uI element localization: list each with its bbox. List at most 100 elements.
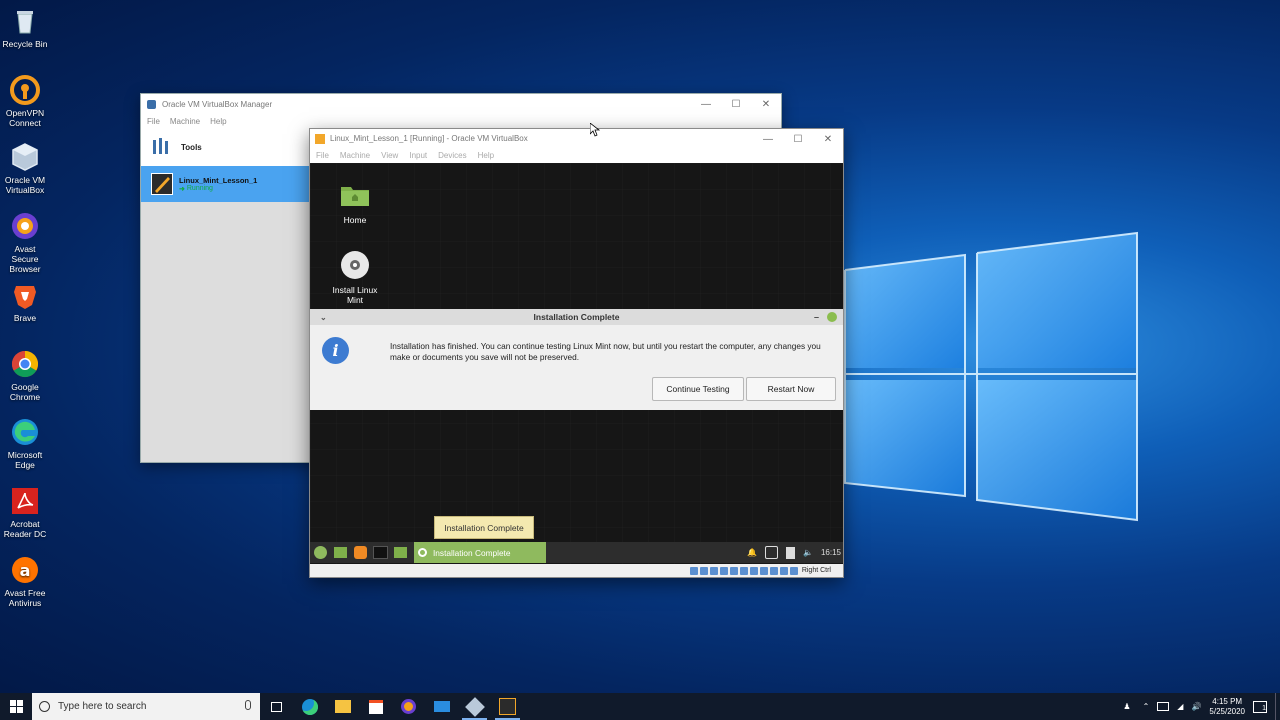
taskbar-edge[interactable] <box>293 693 326 720</box>
desktop-icon-recycle-bin[interactable]: Recycle Bin <box>0 6 50 49</box>
vm-list-item[interactable]: Linux_Mint_Lesson_1 ➜ Running <box>141 166 309 202</box>
maximize-button[interactable]: ☐ <box>783 129 813 149</box>
mint-menu-icon[interactable] <box>310 542 330 563</box>
desktop-icon-label: Avast Free Antivirus <box>4 588 46 608</box>
start-button[interactable] <box>0 693 32 720</box>
dialog-minimize-button[interactable]: – <box>814 312 819 322</box>
desktop-icon-edge[interactable]: Microsoft Edge <box>0 417 50 470</box>
desktop-icon-acrobat[interactable]: Acrobat Reader DC <box>0 486 50 539</box>
search-placeholder: Type here to search <box>58 701 147 712</box>
close-button[interactable]: ✕ <box>751 94 781 114</box>
microphone-icon[interactable] <box>245 700 251 710</box>
virtualbox-icon <box>10 142 40 172</box>
search-box[interactable]: Type here to search <box>32 693 260 720</box>
taskbar-vm-window[interactable] <box>491 693 524 720</box>
guest-panel: Installation Complete 🔔 🔈 16:15 <box>310 542 843 563</box>
restart-now-button[interactable]: Restart Now <box>746 377 836 401</box>
files-icon[interactable] <box>390 542 410 563</box>
menu-machine[interactable]: Machine <box>170 117 200 126</box>
cpu-icon[interactable] <box>769 566 778 575</box>
desktop-icon-chrome[interactable]: Google Chrome <box>0 349 50 402</box>
optical-drive-icon[interactable] <box>699 566 708 575</box>
task-view-button[interactable] <box>260 693 293 720</box>
menu-file[interactable]: File <box>316 151 329 160</box>
desktop-icon-label: Acrobat Reader DC <box>3 519 47 539</box>
windows-start-icon <box>9 700 23 713</box>
people-icon[interactable]: ♟ <box>1123 702 1130 711</box>
continue-testing-button[interactable]: Continue Testing <box>652 377 744 401</box>
edge-icon <box>10 417 40 447</box>
desktop-icon-label: Brave <box>13 313 37 323</box>
taskbar-file-explorer[interactable] <box>326 693 359 720</box>
disc-icon <box>339 249 371 281</box>
minimize-button[interactable]: — <box>753 129 783 149</box>
installation-complete-dialog[interactable]: ⌄ Installation Complete – i Installation… <box>310 309 843 410</box>
dialog-close-button[interactable] <box>827 312 837 322</box>
svg-text:a: a <box>20 561 31 580</box>
menu-devices[interactable]: Devices <box>438 151 466 160</box>
shared-folders-icon[interactable] <box>739 566 748 575</box>
wifi-icon[interactable]: ◢ <box>1177 702 1183 711</box>
menu-input[interactable]: Input <box>409 151 427 160</box>
menu-file[interactable]: File <box>147 117 160 126</box>
clipboard-icon[interactable] <box>786 546 795 559</box>
show-desktop-icon[interactable] <box>330 542 350 563</box>
network-icon[interactable] <box>765 546 778 559</box>
guest-icon-home[interactable]: Home <box>320 179 390 225</box>
mail-icon <box>433 701 450 712</box>
vm-window[interactable]: Linux_Mint_Lesson_1 [Running] - Oracle V… <box>309 128 844 578</box>
desktop-icon-openvpn[interactable]: OpenVPN Connect <box>0 75 50 128</box>
dialog-titlebar[interactable]: ⌄ Installation Complete – <box>310 309 843 325</box>
maximize-button[interactable]: ☐ <box>721 94 751 114</box>
network-tray-icon[interactable] <box>1157 702 1170 711</box>
desktop-icon-brave[interactable]: Brave <box>0 280 50 323</box>
minimize-button[interactable]: — <box>691 94 721 114</box>
audio-icon[interactable] <box>709 566 718 575</box>
taskbar-avast-browser[interactable] <box>392 693 425 720</box>
taskbar-mail[interactable] <box>425 693 458 720</box>
notification-bell-icon[interactable]: 🔔 <box>747 548 757 557</box>
taskbar-store[interactable] <box>359 693 392 720</box>
vm-guest-screen[interactable]: Home Install Linux Mint ⌄ Installation C… <box>310 163 843 570</box>
display-icon[interactable] <box>749 566 758 575</box>
guest-tray: 🔔 🔈 16:15 <box>747 542 841 563</box>
manager-titlebar[interactable]: Oracle VM VirtualBox Manager <box>141 94 781 114</box>
usb-icon[interactable] <box>729 566 738 575</box>
menu-view[interactable]: View <box>381 151 398 160</box>
desktop-icon-avast-browser[interactable]: Avast Secure Browser <box>0 211 50 274</box>
mouse-integration-icon[interactable] <box>779 566 788 575</box>
desktop-icon-virtualbox[interactable]: Oracle VM VirtualBox <box>0 142 50 195</box>
desktop-icon-label: Google Chrome <box>9 382 41 402</box>
taskbar-item-installation-complete[interactable]: Installation Complete <box>414 542 546 563</box>
menu-help[interactable]: Help <box>210 117 226 126</box>
taskbar-virtualbox[interactable] <box>458 693 491 720</box>
gear-icon <box>418 548 427 557</box>
desktop-icon-avast-antivirus[interactable]: a Avast Free Antivirus <box>0 555 50 608</box>
menu-machine[interactable]: Machine <box>340 151 370 160</box>
clock-date: 5/25/2020 <box>1209 706 1245 716</box>
menu-help[interactable]: Help <box>478 151 494 160</box>
show-hidden-icons-chevron-icon[interactable]: ⌃ <box>1143 702 1150 711</box>
avast-antivirus-icon: a <box>10 555 40 585</box>
recording-icon[interactable] <box>759 566 768 575</box>
show-desktop-button[interactable] <box>1275 693 1280 720</box>
firefox-icon[interactable] <box>350 542 370 563</box>
notification-center-button[interactable]: 1 <box>1253 700 1267 713</box>
tools-item[interactable]: Tools <box>141 128 309 166</box>
dialog-menu-icon[interactable]: ⌄ <box>320 313 327 322</box>
dialog-title: Installation Complete <box>533 312 620 322</box>
volume-icon[interactable]: 🔈 <box>803 548 813 557</box>
virtualbox-icon <box>147 99 156 109</box>
close-button[interactable]: ✕ <box>813 129 843 149</box>
guest-icon-install[interactable]: Install Linux Mint <box>320 249 390 305</box>
terminal-icon[interactable] <box>370 542 390 563</box>
guest-clock[interactable]: 16:15 <box>821 548 841 557</box>
hard-disk-icon[interactable] <box>689 566 698 575</box>
guest-icon-label: Install Linux Mint <box>332 285 378 305</box>
vm-window-title: Linux_Mint_Lesson_1 [Running] - Oracle V… <box>330 134 528 143</box>
avast-browser-icon <box>401 699 416 714</box>
keyboard-icon[interactable] <box>789 566 798 575</box>
clock[interactable]: 4:15 PM 5/25/2020 <box>1209 697 1245 717</box>
volume-icon[interactable]: 🔊 <box>1191 702 1201 711</box>
network-adapter-icon[interactable] <box>719 566 728 575</box>
